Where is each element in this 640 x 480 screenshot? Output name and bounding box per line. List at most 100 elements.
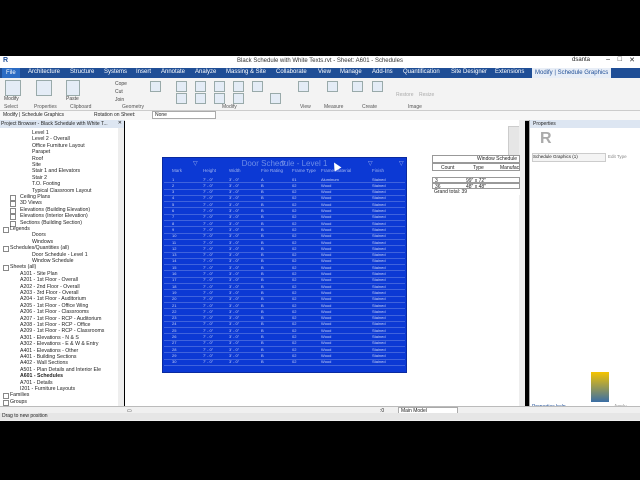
close-icon[interactable]: ✕ [629,56,635,64]
tab-collaborate[interactable]: Collaborate [276,69,307,75]
browser-item[interactable]: A208 - 1st Floor - RCP - Office [20,322,90,328]
browser-item[interactable]: Groups [10,399,27,405]
browser-item[interactable]: Level 1 [32,130,49,136]
rotate-icon[interactable] [214,93,225,104]
browser-item[interactable]: A203 - 3rd Floor - Overall [20,290,79,296]
browser-item[interactable]: A301 - Elevations - N & S [20,335,79,341]
browser-item[interactable]: A202 - 2nd Floor - Overall [20,284,80,290]
project-browser-tree[interactable]: Level 1 Level 2 - Overall Office Furniture… [0,128,118,406]
browser-item[interactable]: Window Schedule [32,258,74,264]
browser-item[interactable]: Roof [32,156,43,162]
type-selector[interactable]: Schedule Graphics (1) [532,153,606,162]
tree-expand-icon[interactable] [3,265,9,272]
rotation-dropdown[interactable]: None [152,111,216,119]
browser-item[interactable]: A209 - 1st Floor - RCP - Classrooms [20,328,104,334]
browser-item[interactable]: Stair 1 and Elevators [32,168,80,174]
split-icon[interactable] [233,81,244,92]
browser-item[interactable]: A207 - 1st Floor - RCP - Auditorium [20,316,102,322]
tab-analyze[interactable]: Analyze [195,69,216,75]
window-schedule[interactable]: Window Schedule Count Type Manufac 3 99"… [432,155,520,195]
join-label[interactable]: Join [115,97,124,103]
group-select[interactable]: Select [4,104,18,110]
tree-expand-icon[interactable] [3,399,9,406]
browser-item[interactable]: A205 - 1st Floor - Office Wing [20,303,88,309]
maximize-icon[interactable]: □ [618,56,622,63]
tab-architecture[interactable]: Architecture [28,69,60,75]
mirror-icon[interactable] [214,81,225,92]
project-browser-scrollbar[interactable] [118,128,124,406]
browser-item[interactable]: A501 - Plan Details and Interior Ele [20,367,101,373]
browser-item[interactable]: Windows [32,239,53,245]
browser-item[interactable]: Level 2 - Overall [32,136,70,142]
browser-item[interactable]: Ceiling Plans [20,194,50,200]
close-icon[interactable]: ✕ [118,120,122,126]
tab-add-ins[interactable]: Add-Ins [372,69,393,75]
tab-manage[interactable]: Manage [340,69,362,75]
browser-item[interactable]: T.O. Footing [32,181,60,187]
tab-annotate[interactable]: Annotate [161,69,185,75]
properties-icon[interactable] [36,80,52,96]
restore-label[interactable]: Restore [396,92,414,98]
minimize-icon[interactable]: – [606,56,610,63]
tree-expand-icon[interactable] [10,201,16,208]
view-tool-icon[interactable] [298,81,309,92]
browser-item[interactable]: 3D Views [20,200,42,206]
browser-item[interactable]: Legends [10,226,30,232]
column-resize-arrow-icon[interactable]: ▽ [281,160,286,167]
measure-icon[interactable] [327,81,338,92]
tree-expand-icon[interactable] [10,214,16,221]
cut-label[interactable]: Cut [115,89,123,95]
browser-item[interactable]: A204 - 1st Floor - Auditorium [20,296,86,302]
browser-item[interactable]: A601 - Schedules [20,373,63,379]
browser-item[interactable]: A402 - Wall Sections [20,360,68,366]
cope-label[interactable]: Cope [115,81,127,87]
browser-item[interactable]: I201 - Furniture Layouts [20,386,75,392]
modify-arrow-icon[interactable] [5,80,21,96]
move-icon[interactable] [176,93,187,104]
tab-extensions[interactable]: Extensions [495,69,524,75]
tab-massing-site[interactable]: Massing & Site [226,69,266,75]
browser-item[interactable]: Sections (Building Section) [20,220,82,226]
browser-item[interactable]: Elevations (Interior Elevation) [20,213,88,219]
column-resize-arrow-icon[interactable]: ▽ [368,160,373,167]
copy-icon[interactable] [195,93,206,104]
tree-expand-icon[interactable] [3,393,9,400]
create-part-icon[interactable] [352,81,363,92]
browser-item[interactable]: A701 - Details [20,380,53,386]
browser-item[interactable]: A401 - Building Sections [20,354,77,360]
browser-item[interactable]: Parapet [32,149,50,155]
array-icon[interactable] [252,81,263,92]
browser-item[interactable]: Office Furniture Layout [32,143,85,149]
tree-expand-icon[interactable] [3,227,9,233]
tree-expand-icon[interactable] [10,207,16,214]
paste-icon[interactable] [66,80,80,96]
browser-item[interactable]: Stair 2 [32,175,47,181]
tab-insert[interactable]: Insert [136,69,151,75]
tab-view[interactable]: View [318,69,331,75]
tab-site-designer[interactable]: Site Designer [451,69,487,75]
create-group-icon[interactable] [372,81,383,92]
browser-item[interactable]: Door Schedule - Level 1 [32,252,88,258]
align-icon[interactable] [176,81,187,92]
browser-item[interactable]: A206 - 1st Floor - Classrooms [20,309,89,315]
browser-item[interactable]: A401 - Elevations - Other [20,348,78,354]
paste-label[interactable]: Paste [66,96,79,102]
trim-icon[interactable] [233,93,244,104]
browser-item[interactable]: A201 - 1st Floor - Overall [20,277,78,283]
browser-item[interactable]: A101 - Site Plan [20,271,58,277]
user-name[interactable]: dsanta [572,57,590,63]
browser-item[interactable]: Sheets (all) [10,264,36,270]
column-resize-arrow-icon[interactable]: ▽ [193,160,198,167]
edit-type-button[interactable]: Edit Type [608,154,627,159]
geometry-tool-icon[interactable] [150,81,161,92]
delete-icon[interactable] [270,93,281,104]
browser-item[interactable]: Elevations (Building Elevation) [20,207,90,213]
tab-modify-schedule-graphics[interactable]: Modify | Schedule Graphics [532,68,612,78]
browser-item[interactable]: Schedules/Quantities (all) [10,245,69,251]
offset-icon[interactable] [195,81,206,92]
modify-button-label[interactable]: Modify [4,96,19,102]
tab-systems[interactable]: Systems [104,69,127,75]
browser-item[interactable]: Typical Classroom Layout [32,188,91,194]
column-resize-arrow-icon[interactable]: ▽ [399,160,404,167]
door-schedule[interactable]: Door Schedule - Level 1 ▽ ▽ ▽ ▽ Mark Heig… [162,157,407,373]
